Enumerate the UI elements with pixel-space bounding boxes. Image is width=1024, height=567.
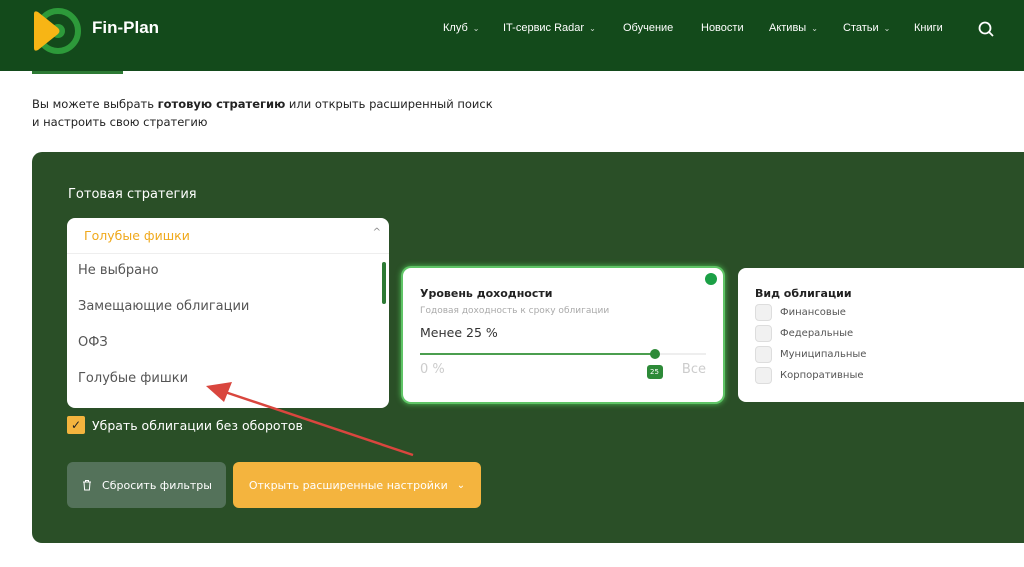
checkbox-label: Финансовые [780, 307, 846, 318]
checkbox[interactable] [755, 304, 772, 321]
bond-type-card: Вид облигации Финансовые Федеральные Мун… [738, 268, 1024, 402]
intro-pre: Вы можете выбрать [32, 97, 158, 111]
checkbox-federal[interactable]: Федеральные [755, 325, 853, 342]
nav-articles[interactable]: Статьи ⌄ [843, 22, 890, 34]
strategy-select-current[interactable]: Голубые фишки ^ [67, 218, 389, 254]
advanced-settings-button[interactable]: Открыть расширенные настройки ⌄ [233, 462, 481, 508]
nav-label: Статьи [843, 22, 879, 34]
checkbox[interactable] [755, 325, 772, 342]
checkbox[interactable] [755, 346, 772, 363]
intro-post: или открыть расширенный поиск [285, 97, 493, 111]
nav-club[interactable]: Клуб ⌄ [443, 22, 479, 34]
chevron-down-icon: ⌄ [589, 24, 596, 33]
reset-filters-button[interactable]: Сбросить фильтры [67, 462, 226, 508]
chevron-down-icon: ⌄ [456, 479, 466, 491]
active-tab-indicator [32, 71, 123, 74]
intro-bold: готовую стратегию [157, 97, 286, 111]
checkbox-corporate[interactable]: Корпоративные [755, 367, 864, 384]
chevron-down-icon: ⌄ [811, 24, 818, 33]
nav-assets[interactable]: Активы ⌄ [769, 22, 818, 34]
slider-handle[interactable] [649, 349, 660, 359]
no-turnover-checkbox[interactable]: ✓ Убрать облигации без оборотов [67, 416, 303, 434]
main-nav: Клуб ⌄ IT-сервис Radar ⌄ Обучение Новости … [0, 22, 1024, 38]
option-replacement-bonds[interactable]: Замещающие облигации [67, 290, 389, 326]
strategy-select[interactable]: Голубые фишки ^ Не выбрано Замещающие обл… [67, 218, 389, 408]
slider-max-label: Все [681, 362, 706, 377]
no-turnover-label: Убрать облигации без оборотов [92, 417, 303, 433]
yield-subtitle: Годовая доходность к сроку облигации [420, 306, 610, 316]
chevron-down-icon: ⌄ [883, 24, 891, 33]
chevron-down-icon: ⌄ [472, 24, 480, 33]
nav-label: Клуб [443, 22, 468, 34]
selected-value: Голубые фишки [84, 228, 190, 243]
yield-value: Менее 25 % [420, 325, 498, 340]
header: Fin-Plan Клуб ⌄ IT-сервис Radar ⌄ Обучение… [0, 0, 1024, 71]
checkbox-financial[interactable]: Финансовые [755, 304, 846, 321]
option-blue-chips[interactable]: Голубые фишки [67, 362, 389, 398]
yield-slider[interactable]: 25 [420, 349, 706, 379]
advanced-label: Открыть расширенные настройки [248, 478, 448, 492]
checkbox-municipal[interactable]: Муниципальные [755, 346, 866, 363]
nav-news[interactable]: Новости [701, 22, 744, 34]
strategy-title: Готовая стратегия [68, 187, 197, 202]
checkbox-label: Корпоративные [780, 370, 864, 381]
trash-icon [83, 480, 92, 491]
nav-books[interactable]: Книги [914, 22, 943, 34]
slider-value-badge: 25 [646, 365, 663, 379]
dropdown-scrollbar[interactable] [382, 262, 386, 304]
bond-type-title: Вид облигации [755, 287, 852, 300]
nav-label: IT-сервис Radar [503, 22, 585, 34]
intro-line2: и настроить свою стратегию [32, 115, 208, 129]
nav-education[interactable]: Обучение [623, 22, 673, 34]
option-ofz[interactable]: ОФЗ [67, 326, 389, 362]
checkbox-label: Муниципальные [780, 349, 867, 360]
search-icon[interactable] [978, 21, 994, 37]
option-none[interactable]: Не выбрано [67, 254, 389, 290]
checkmark-icon[interactable]: ✓ [67, 416, 85, 434]
slider-min-label: 0 % [420, 362, 445, 377]
intro-text: Вы можете выбрать готовую стратегию или … [32, 95, 493, 131]
checkbox[interactable] [755, 367, 772, 384]
reset-label: Сбросить фильтры [102, 478, 212, 492]
nav-radar[interactable]: IT-сервис Radar ⌄ [503, 22, 596, 34]
yield-card: Уровень доходности Годовая доходность к … [403, 268, 723, 402]
active-indicator [705, 273, 717, 285]
checkbox-label: Федеральные [780, 328, 854, 339]
chevron-up-icon: ^ [372, 227, 381, 238]
slider-fill [420, 353, 655, 355]
yield-title: Уровень доходности [420, 287, 553, 300]
nav-label: Активы [769, 22, 807, 34]
